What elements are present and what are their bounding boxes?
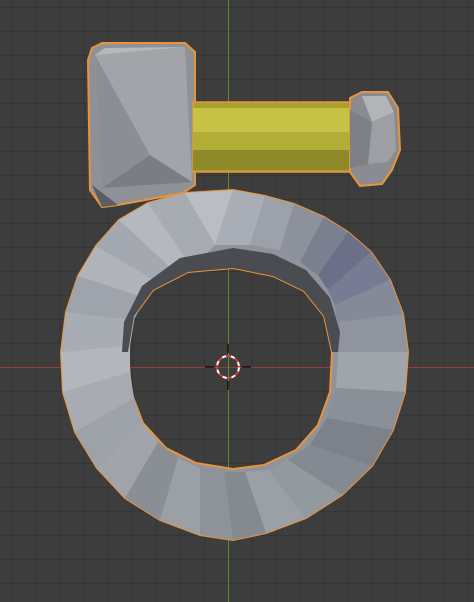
3d-viewport[interactable] bbox=[0, 0, 474, 602]
clasp-head-object[interactable] bbox=[86, 42, 196, 209]
scene-objects[interactable] bbox=[0, 0, 474, 602]
clasp-shaft-object[interactable] bbox=[192, 101, 351, 173]
3d-cursor-icon[interactable] bbox=[205, 344, 251, 390]
clasp-end-cap-object[interactable] bbox=[349, 91, 402, 188]
ring-object[interactable] bbox=[59, 188, 410, 542]
